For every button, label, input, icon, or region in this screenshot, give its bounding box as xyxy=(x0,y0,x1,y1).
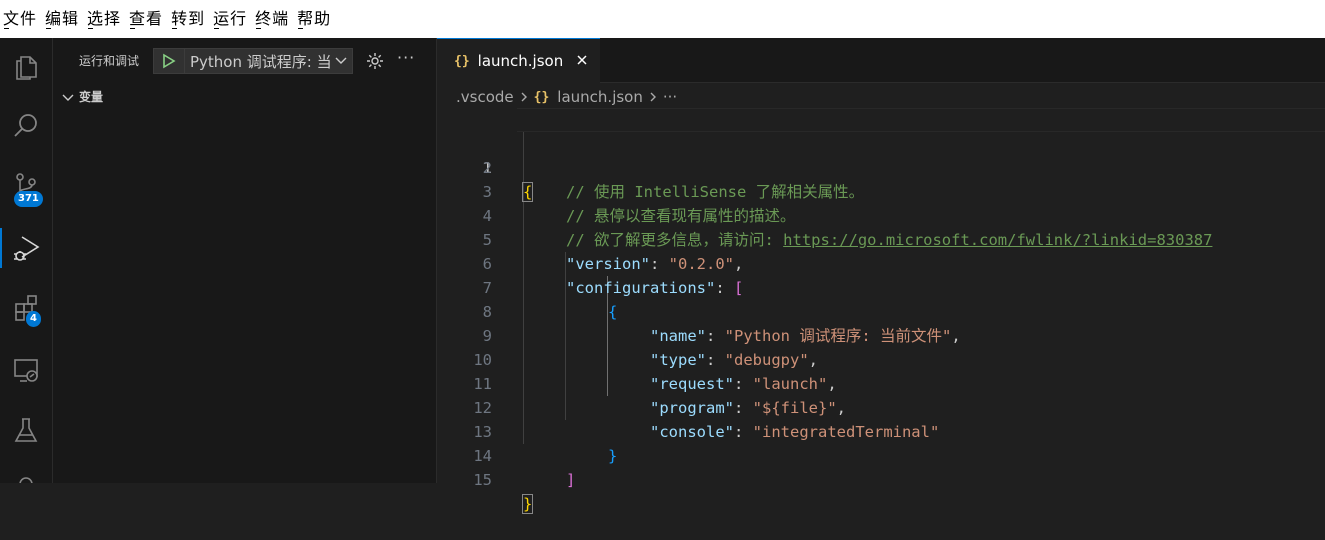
code-line: 5 "version": "0.2.0", xyxy=(437,204,1325,273)
bracket: } xyxy=(521,494,534,514)
menu-selection[interactable]: 选择 xyxy=(84,0,126,38)
extensions-icon[interactable] xyxy=(0,284,52,332)
play-icon xyxy=(163,53,176,69)
launch-config-select[interactable]: Python 调试程序: 当前文件 xyxy=(153,48,353,74)
line-number: 15 xyxy=(473,471,492,489)
tab-launch-json[interactable]: {} launch.json xyxy=(437,38,600,83)
chevron-right-icon xyxy=(648,91,658,103)
chevron-right-icon xyxy=(519,91,529,103)
json-file-icon: {} xyxy=(454,53,470,69)
code-line: 15 } xyxy=(437,444,1325,514)
menu-view[interactable]: 查看 xyxy=(126,0,168,38)
menu-bar: 文件 编辑 选择 查看 转到 运行 终端 帮助 xyxy=(0,0,1325,38)
code-line: 11 "program": "${file}", xyxy=(437,348,1325,417)
variables-section-label: 变量 xyxy=(79,90,104,104)
more-actions-button[interactable]: ··· xyxy=(397,48,415,67)
manage-icon[interactable] xyxy=(16,474,36,483)
code-line: 8 "name": "Python 调试程序: 当前文件", xyxy=(437,276,1325,345)
breadcrumb-file[interactable]: launch.json xyxy=(557,88,643,106)
sidebar-title: 运行和调试 xyxy=(79,54,140,68)
code-line: 10 "request": "launch", xyxy=(437,324,1325,393)
code-editor[interactable]: 1 { 2 // 使用 IntelliSense 了解相关属性。 3 // 悬停… xyxy=(437,108,1325,514)
source-control-badge: 371 xyxy=(14,191,43,207)
code-line: 3 // 悬停以查看现有属性的描述。 xyxy=(437,156,1325,225)
menu-run[interactable]: 运行 xyxy=(210,0,252,38)
menu-help[interactable]: 帮助 xyxy=(294,0,336,38)
remote-explorer-icon[interactable] xyxy=(0,346,52,394)
current-line-highlight xyxy=(517,108,1325,132)
breadcrumb-more[interactable]: ··· xyxy=(663,88,677,106)
code-line: 9 "type": "debugpy", xyxy=(437,300,1325,369)
launch-config-label: Python 调试程序: 当前文件 xyxy=(190,52,330,71)
start-debugging-button[interactable] xyxy=(154,49,185,73)
activity-bar: 371 4 xyxy=(0,38,53,483)
close-icon[interactable] xyxy=(575,52,589,71)
chevron-down-icon xyxy=(330,56,352,66)
run-debug-sidebar: 运行和调试 Python 调试程序: 当前文件 ··· 变量 xyxy=(53,38,437,483)
tab-label: launch.json xyxy=(477,52,564,70)
json-file-icon: {} xyxy=(533,89,550,105)
explorer-icon[interactable] xyxy=(0,44,52,92)
code-line: 2 // 使用 IntelliSense 了解相关属性。 xyxy=(437,132,1325,201)
code-line: 1 { xyxy=(437,108,1325,202)
run-debug-icon[interactable] xyxy=(0,224,52,272)
gear-icon[interactable] xyxy=(365,51,385,75)
editor-tab-bar: {} launch.json xyxy=(437,38,1325,83)
code-line: 6 "configurations": [ xyxy=(437,228,1325,297)
code-line: 12 "console": "integratedTerminal" xyxy=(437,372,1325,441)
variables-section-header[interactable]: 变量 xyxy=(61,88,103,105)
chevron-down-icon xyxy=(62,94,74,101)
code-line: 13 } xyxy=(437,396,1325,465)
code-line: 4 // 欲了解更多信息，请访问: https://go.microsoft.c… xyxy=(437,180,1325,249)
menu-go[interactable]: 转到 xyxy=(168,0,210,38)
breadcrumb-folder[interactable]: .vscode xyxy=(456,88,514,106)
breadcrumb: .vscode {} launch.json ··· xyxy=(456,87,677,107)
bracket: ] xyxy=(566,471,576,489)
search-icon[interactable] xyxy=(0,102,52,150)
code-line: 14 ] xyxy=(437,420,1325,489)
extensions-badge: 4 xyxy=(26,311,41,327)
menu-terminal[interactable]: 终端 xyxy=(252,0,294,38)
menu-file[interactable]: 文件 xyxy=(0,0,42,38)
testing-icon[interactable] xyxy=(0,406,52,454)
code-line: 7 { xyxy=(437,252,1325,321)
menu-edit[interactable]: 编辑 xyxy=(42,0,84,38)
